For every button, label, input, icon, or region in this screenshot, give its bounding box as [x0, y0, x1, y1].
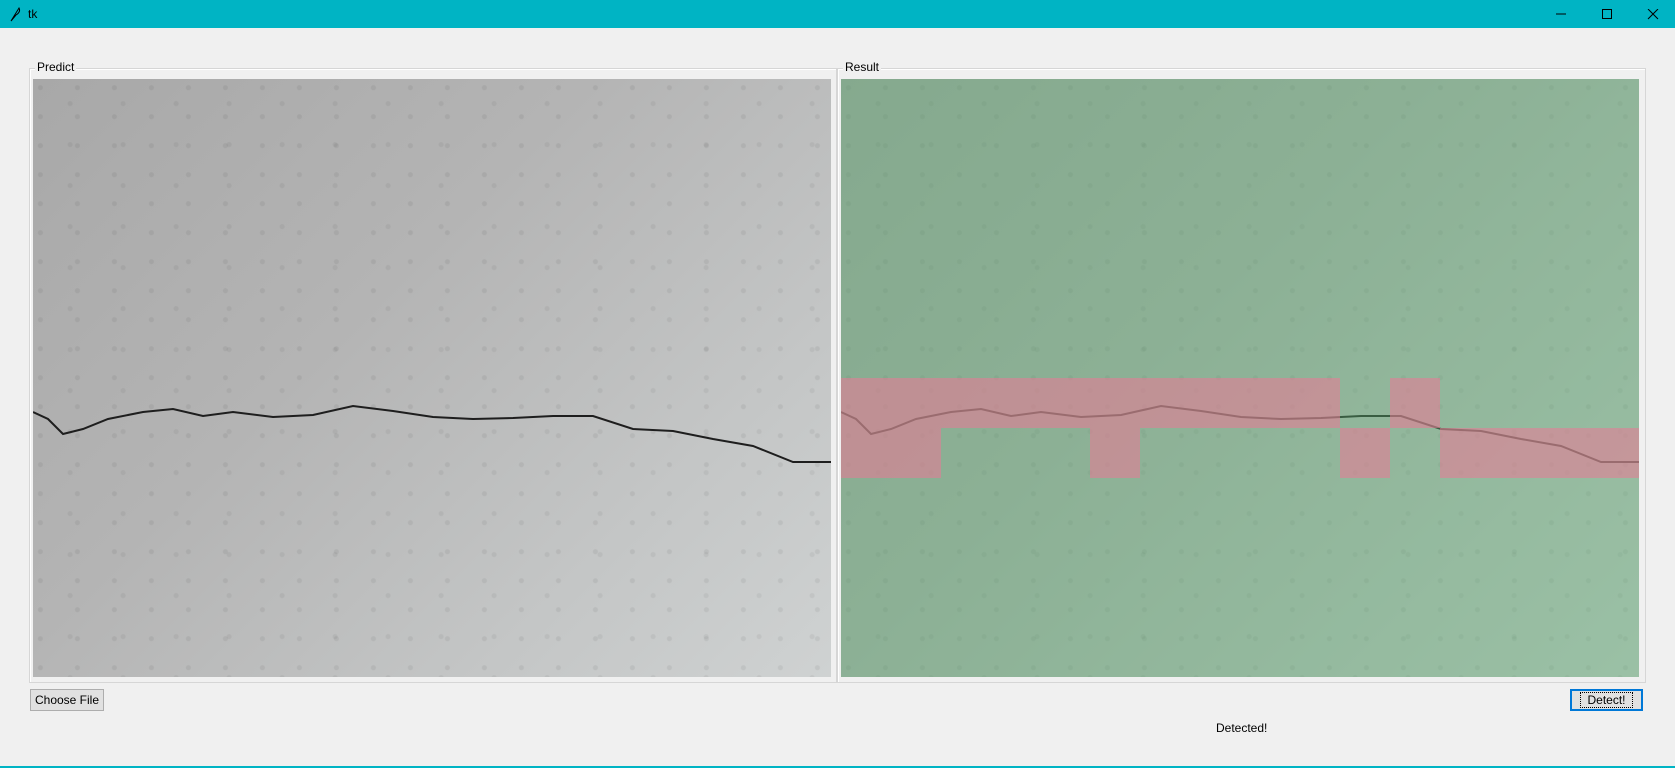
crack-cell — [1140, 378, 1191, 428]
crack-cell — [940, 378, 991, 428]
title-bar[interactable]: tk — [0, 0, 1675, 28]
choose-file-button[interactable]: Choose File — [30, 689, 104, 711]
status-text: Detected! — [1216, 721, 1268, 735]
crack-cell — [1339, 427, 1390, 478]
close-icon — [1647, 9, 1659, 20]
crack-cell — [1090, 427, 1141, 478]
close-button[interactable] — [1630, 0, 1675, 28]
crack-cell — [841, 378, 891, 428]
detect-button-label: Detect! — [1580, 692, 1633, 708]
crack-cell — [1190, 378, 1240, 428]
crack-cell — [1589, 427, 1639, 478]
crack-cell — [1389, 378, 1440, 428]
crack-cell — [1040, 378, 1091, 428]
result-label: Result — [843, 60, 882, 74]
feather-icon — [8, 6, 22, 22]
crack-cell — [890, 427, 941, 478]
minimize-icon — [1556, 13, 1566, 15]
result-image — [841, 79, 1639, 677]
detect-button[interactable]: Detect! — [1570, 689, 1643, 711]
crack-cell — [1539, 427, 1590, 478]
crack-line — [33, 404, 831, 463]
crack-cell — [841, 427, 891, 478]
crack-cell — [890, 378, 941, 428]
crack-cell — [1090, 378, 1141, 428]
minimize-button[interactable] — [1538, 0, 1584, 28]
crack-cell — [1240, 378, 1290, 428]
crack-cell — [1439, 427, 1490, 478]
crack-cell — [1489, 427, 1540, 478]
predict-image — [33, 79, 831, 677]
window-title: tk — [28, 7, 38, 21]
predict-label: Predict — [35, 60, 77, 74]
crack-cell — [1289, 378, 1340, 428]
crack-cell — [990, 378, 1041, 428]
maximize-button[interactable] — [1584, 0, 1630, 28]
maximize-icon — [1602, 9, 1612, 19]
